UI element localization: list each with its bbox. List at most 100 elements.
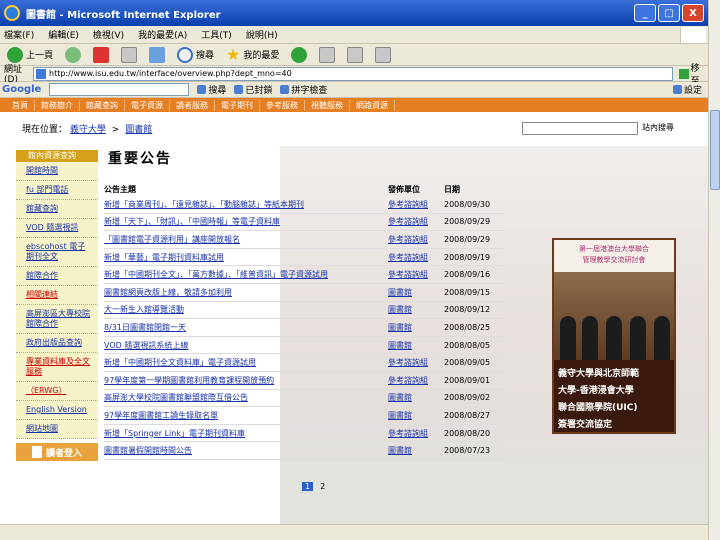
history-button[interactable] (288, 46, 310, 64)
sidebar-item-catalog[interactable]: 館藏查詢 (16, 200, 98, 219)
menu-favorites[interactable]: 我的最愛(A) (138, 28, 187, 41)
news-banner[interactable]: 第一屆港澳台大學聯合 管理教學交流研討會 義守大學與北京師範 大學-香港浸會大學… (552, 238, 676, 434)
news-topic-link[interactable]: 8/31日圖書館閉館一天 (104, 322, 388, 333)
sidebar-item-vod[interactable]: VOD 隨選視訊 (16, 219, 98, 238)
news-date: 2008/09/29 (444, 234, 491, 244)
mail-button[interactable] (316, 46, 338, 64)
site-search-button[interactable]: 站內搜尋 (642, 122, 674, 133)
news-topic-link[interactable]: 97學年度第一學期圖書館利用教育課程開放預約 (104, 375, 388, 386)
news-table: 公告主題 發佈單位 日期 新增「商業周刊」、「遠見雜誌」、「動腦雜誌」等紙本期刊… (104, 184, 504, 460)
news-unit-link[interactable]: 圖書館 (388, 445, 444, 456)
news-topic-link[interactable]: 「圖書館電子資源利用」講座開放報名 (104, 234, 388, 245)
news-topic-link[interactable]: 新增「中國期刊全文」、「萬方數據」、「維普資訊」電子資源試用 (104, 269, 388, 280)
google-search-button[interactable]: 搜尋 (197, 83, 226, 96)
maximize-button[interactable]: □ (658, 4, 680, 22)
menu-file[interactable]: 檔案(F) (4, 28, 34, 41)
menu-edit[interactable]: 編輯(E) (48, 28, 79, 41)
nav-reference[interactable]: 參考服務 (260, 99, 305, 111)
menu-tools[interactable]: 工具(T) (201, 28, 232, 41)
table-row: 97學年度第一學期圖書館利用教育課程開放預約 參考諮詢組 2008/09/01 (104, 372, 504, 390)
sidebar-item-ill[interactable]: 館際合作 (16, 267, 98, 286)
news-unit-link[interactable]: 圖書館 (388, 340, 444, 351)
sidebar-item-hours[interactable]: 開館時間 (16, 162, 98, 181)
nav-web-resources[interactable]: 網路資源 (350, 99, 395, 111)
vertical-scrollbar[interactable] (708, 0, 720, 540)
sidebar-item-links[interactable]: 相關連結 (16, 286, 98, 305)
sidebar-item-gov-pub[interactable]: 政府出版品查詢 (16, 334, 98, 353)
news-unit-link[interactable]: 參考諮詢組 (388, 357, 444, 368)
news-topic-link[interactable]: 圖書館網頁改版上線，敬請多加利用 (104, 287, 388, 298)
sidebar-item-english[interactable]: English Version (16, 401, 98, 420)
news-topic-link[interactable]: 新增「中國期刊全文資料庫」電子資源試用 (104, 357, 388, 368)
stop-button[interactable] (90, 46, 112, 64)
google-search-input[interactable] (49, 83, 190, 96)
popup-blocked-button[interactable]: 已封鎖 (234, 83, 272, 96)
news-topic-link[interactable]: 新增「華藝」電子期刊資料庫試用 (104, 252, 388, 263)
news-unit-link[interactable]: 參考諮詢組 (388, 234, 444, 245)
news-topic-link[interactable]: 新增「天下」、「財訊」、「中國時報」等電子資料庫 (104, 216, 388, 227)
person-figure (582, 316, 598, 360)
news-unit-link[interactable]: 圖書館 (388, 304, 444, 315)
refresh-button[interactable] (118, 46, 140, 64)
news-unit-link[interactable]: 參考諮詢組 (388, 428, 444, 439)
breadcrumb-home-link[interactable]: 義守大學 (70, 125, 106, 135)
google-logo: Google (2, 84, 42, 95)
nav-reader-services[interactable]: 讀者服務 (170, 99, 215, 111)
home-button[interactable] (146, 46, 168, 64)
search-button[interactable]: 搜尋 (174, 46, 217, 64)
nav-av[interactable]: 視聽服務 (305, 99, 350, 111)
page-2-link[interactable]: 2 (317, 482, 328, 491)
nav-catalog[interactable]: 館藏查詢 (80, 99, 125, 111)
popup-blocked-label: 已封鎖 (245, 86, 273, 96)
news-unit-link[interactable]: 參考諮詢組 (388, 252, 444, 263)
nav-ejournals[interactable]: 電子期刊 (215, 99, 260, 111)
news-unit-link[interactable]: 參考諮詢組 (388, 216, 444, 227)
google-options-button[interactable]: 設定 (672, 83, 702, 96)
edit-button[interactable] (372, 46, 394, 64)
news-unit-link[interactable]: 參考諮詢組 (388, 375, 444, 386)
sidebar-item-sitemap[interactable]: 網站地圖 (16, 420, 98, 439)
news-unit-link[interactable]: 參考諮詢組 (388, 199, 444, 210)
news-topic-link[interactable]: VOD 隨選視訊系統上線 (104, 340, 388, 351)
news-date: 2008/08/27 (444, 410, 491, 420)
page-1-link[interactable]: 1 (302, 482, 314, 491)
news-date: 2008/07/23 (444, 446, 491, 456)
menu-help[interactable]: 說明(H) (246, 28, 278, 41)
nav-eresources[interactable]: 電子資源 (125, 99, 170, 111)
site-nav: 首頁 館務簡介 館藏查詢 電子資源 讀者服務 電子期刊 參考服務 視聽服務 網路… (0, 98, 708, 112)
sidebar-item-erwg[interactable]: （ERWG） (16, 382, 98, 401)
nav-home[interactable]: 首頁 (6, 99, 35, 111)
spellcheck-button[interactable]: 拼字檢查 (280, 83, 327, 96)
news-unit-link[interactable]: 參考諮詢組 (388, 269, 444, 280)
breadcrumb-current-link[interactable]: 圖書館 (125, 125, 152, 135)
windows-flag-icon (680, 27, 706, 43)
news-unit-link[interactable]: 圖書館 (388, 322, 444, 333)
back-button[interactable]: 上一頁 (4, 46, 56, 64)
menu-view[interactable]: 檢視(V) (93, 28, 124, 41)
minimize-button[interactable]: _ (634, 4, 656, 22)
close-button[interactable]: X (682, 4, 704, 22)
news-topic-link[interactable]: 新增「商業周刊」、「遠見雜誌」、「動腦雜誌」等紙本期刊 (104, 199, 388, 210)
news-topic-link[interactable]: 新增「Springer Link」電子期刊資料庫 (104, 428, 388, 439)
site-search-input[interactable] (522, 122, 638, 135)
news-topic-link[interactable]: 高屏澎大學校院圖書館聯盟館際互借公告 (104, 392, 388, 403)
sidebar-item-databases[interactable]: 專業資料庫及全文服務 (16, 353, 98, 382)
news-unit-link[interactable]: 圖書館 (388, 287, 444, 298)
print-button[interactable] (344, 46, 366, 64)
sidebar-item-ebsco[interactable]: ebscohost 電子期刊全文 (16, 238, 98, 267)
reader-login-button[interactable]: 讀者登入 (16, 443, 98, 461)
news-unit-link[interactable]: 圖書館 (388, 410, 444, 421)
news-header: 公告主題 發佈單位 日期 (104, 184, 504, 196)
news-topic-link[interactable]: 97學年度圖書館工讀生錄取名單 (104, 410, 388, 421)
favorites-button[interactable]: ★ 我的最愛 (223, 46, 282, 64)
sidebar-item-phone[interactable]: fu 部門電話 (16, 181, 98, 200)
address-input[interactable]: http://www.isu.edu.tw/interface/overview… (33, 66, 673, 81)
forward-button[interactable] (62, 46, 84, 64)
news-topic-link[interactable]: 圖書館暑假開館時間公告 (104, 445, 388, 456)
news-topic-link[interactable]: 大一新生入館導覽活動 (104, 304, 388, 315)
sidebar-item-consortium[interactable]: 高屏澎區大專校院館際合作 (16, 305, 98, 334)
news-unit-link[interactable]: 圖書館 (388, 392, 444, 403)
scrollbar-thumb[interactable] (710, 110, 720, 190)
nav-about[interactable]: 館務簡介 (35, 99, 80, 111)
back-label: 上一頁 (26, 51, 54, 61)
